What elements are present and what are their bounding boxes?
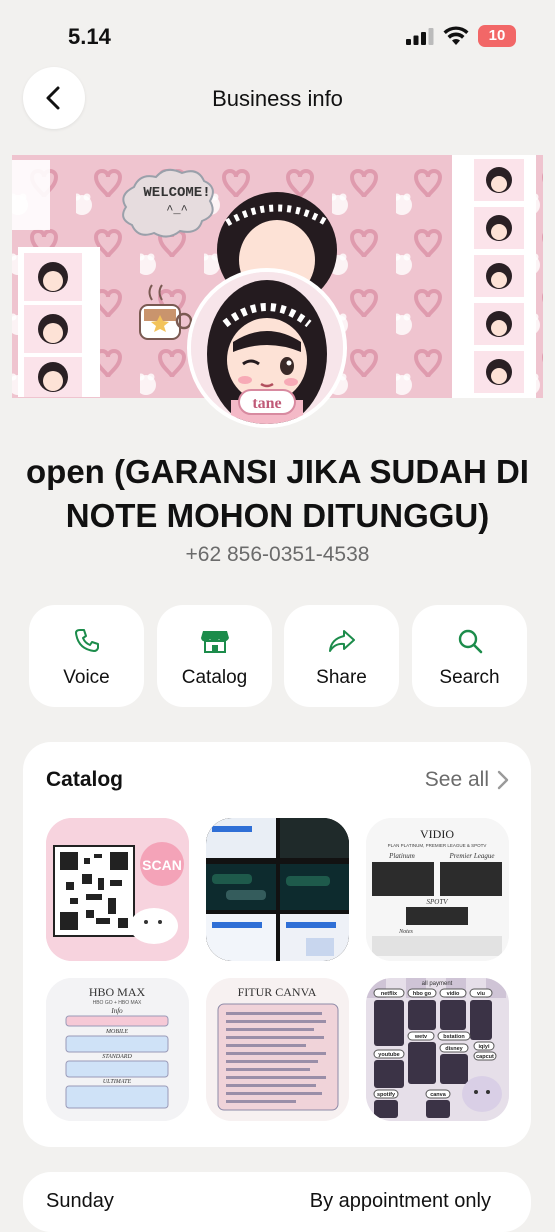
- catalog-item-notes: Notes: [398, 929, 413, 935]
- chevron-right-icon: [497, 770, 509, 790]
- catalog-label: Catalog: [181, 667, 248, 688]
- see-all-link[interactable]: See all: [425, 768, 509, 792]
- catalog-item-section: STANDARD: [102, 1054, 132, 1060]
- business-phone[interactable]: +62 856-0351-4538: [0, 543, 555, 567]
- profile-avatar[interactable]: tane: [187, 268, 347, 428]
- phone-icon: [74, 629, 99, 652]
- catalog-title: Catalog: [46, 768, 124, 791]
- share-button[interactable]: Share: [284, 605, 399, 707]
- catalog-tag: capcut: [476, 1054, 494, 1060]
- page-title: Business info: [212, 86, 343, 111]
- catalog-item[interactable]: FITUR CANVA: [206, 978, 349, 1121]
- catalog-item-col1: Platinum: [388, 852, 415, 860]
- voice-label: Voice: [63, 667, 110, 688]
- avatar-illustration: tane: [191, 272, 343, 424]
- catalog-button[interactable]: Catalog: [157, 605, 272, 707]
- search-button[interactable]: Search: [412, 605, 527, 707]
- avatar-tag: tane: [252, 395, 281, 412]
- catalog-image: all payment netflix hbo go vidio viu wet…: [366, 978, 509, 1121]
- catalog-item-section: SPOTV: [427, 898, 449, 906]
- share-icon: [328, 630, 355, 652]
- status-time: 5.14: [68, 24, 111, 49]
- search-label: Search: [439, 667, 500, 688]
- catalog-image: SCAN: [46, 818, 189, 961]
- catalog-item-caption: VIDIO: [420, 827, 454, 841]
- catalog-tag: bstation: [443, 1034, 465, 1040]
- wifi-icon: [443, 26, 469, 45]
- catalog-item-subtitle: HBO GO + HBO MAX: [93, 1000, 142, 1006]
- business-name: open (GARANSI JIKA SUDAH DI NOTE MOHON D…: [26, 453, 529, 534]
- catalog-item[interactable]: VIDIO PLAN PLATINUM, PREMIER LEAGUE & SP…: [366, 818, 509, 961]
- catalog-tag: netflix: [381, 991, 398, 997]
- catalog-image: FITUR CANVA: [206, 978, 349, 1121]
- catalog-tag: canva: [430, 1092, 447, 1098]
- see-all-label: See all: [424, 768, 489, 791]
- catalog-item-section: Info: [110, 1007, 123, 1015]
- catalog-item-caption: HBO MAX: [89, 985, 146, 999]
- catalog-tag: viu: [477, 991, 485, 997]
- catalog-image: [206, 818, 349, 961]
- welcome-face: ^_^: [166, 203, 188, 217]
- catalog-item-caption: SCAN: [142, 857, 182, 873]
- hours-day: Sunday: [46, 1190, 114, 1212]
- catalog-item[interactable]: all payment netflix hbo go vidio viu wet…: [366, 978, 509, 1121]
- catalog-image: HBO MAX HBO GO + HBO MAX Info MOBILE STA…: [46, 978, 189, 1121]
- share-label: Share: [316, 667, 367, 688]
- catalog-tag: iqiyi: [478, 1044, 489, 1050]
- voice-call-button[interactable]: Voice: [29, 605, 144, 707]
- catalog-item-section: MOBILE: [105, 1029, 128, 1035]
- store-icon: [200, 631, 229, 653]
- catalog-item-caption: all payment: [422, 981, 453, 987]
- catalog-tag: wetv: [414, 1034, 428, 1040]
- hours-value: By appointment only: [309, 1190, 491, 1212]
- signal-icon: [406, 28, 434, 45]
- business-hours-row[interactable]: Sunday By appointment only: [23, 1172, 531, 1232]
- catalog-item-col2: Premier League: [448, 852, 494, 860]
- search-icon: [458, 629, 482, 654]
- catalog-item-section: ULTIMATE: [103, 1079, 132, 1085]
- catalog-item-subtitle: PLAN PLATINUM, PREMIER LEAGUE & SPOTV: [388, 843, 487, 848]
- catalog-tag: disney: [445, 1046, 463, 1052]
- welcome-text: WELCOME!: [143, 185, 210, 201]
- catalog-image: VIDIO PLAN PLATINUM, PREMIER LEAGUE & SP…: [366, 818, 509, 961]
- catalog-item[interactable]: SCAN: [46, 818, 189, 961]
- catalog-tag: hbo go: [413, 991, 432, 997]
- catalog-tag: vidio: [447, 991, 460, 997]
- catalog-card: Catalog See all SCAN VIDIO PLAN PLATINUM…: [23, 742, 531, 1147]
- battery-indicator: 10: [478, 25, 516, 47]
- status-bar: 5.14 10: [0, 0, 555, 66]
- catalog-item[interactable]: HBO MAX HBO GO + HBO MAX Info MOBILE STA…: [46, 978, 189, 1121]
- catalog-tag: spotify: [377, 1092, 396, 1098]
- catalog-tag: youtube: [378, 1052, 399, 1058]
- catalog-item[interactable]: [206, 818, 349, 961]
- catalog-item-caption: FITUR CANVA: [238, 985, 317, 999]
